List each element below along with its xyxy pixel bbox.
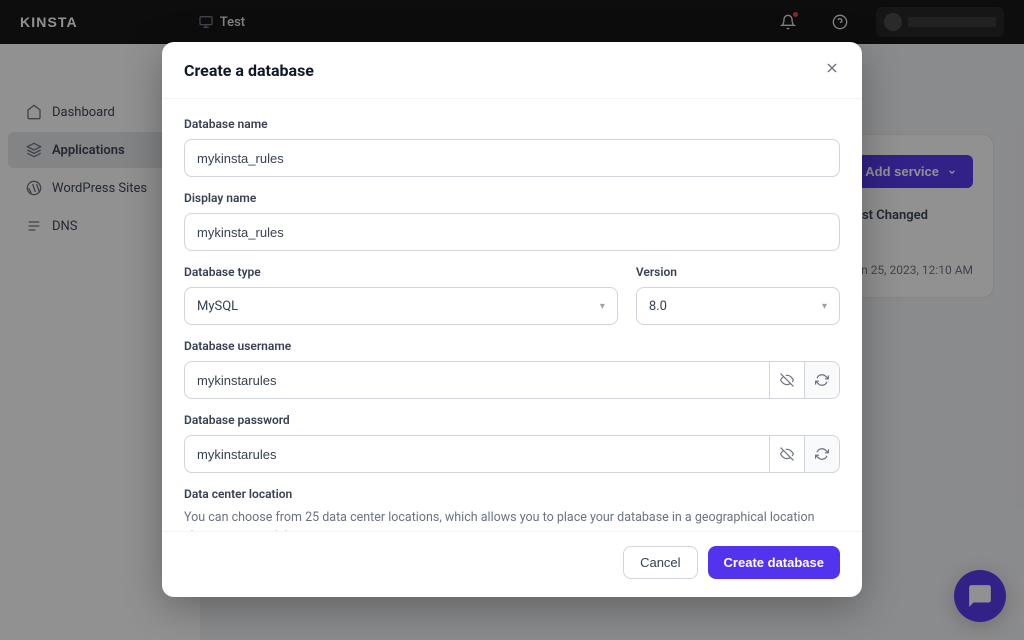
refresh-icon xyxy=(815,447,829,461)
create-database-modal: Create a database Database name Display … xyxy=(162,42,862,597)
label-data-center-location: Data center location xyxy=(184,487,840,501)
toggle-visibility-button[interactable] xyxy=(769,435,805,473)
close-button[interactable] xyxy=(824,60,840,80)
label-version: Version xyxy=(636,265,840,279)
eye-off-icon xyxy=(780,373,794,387)
label-database-type: Database type xyxy=(184,265,618,279)
label-database-name: Database name xyxy=(184,117,840,131)
chevron-down-icon: ▾ xyxy=(822,301,827,312)
eye-off-icon xyxy=(780,447,794,461)
regenerate-button[interactable] xyxy=(804,435,840,473)
chevron-down-icon: ▾ xyxy=(600,301,605,312)
display-name-input[interactable] xyxy=(184,213,840,251)
label-display-name: Display name xyxy=(184,191,840,205)
location-helper-text: You can choose from 25 data center locat… xyxy=(184,509,840,531)
close-icon xyxy=(824,60,840,76)
database-name-input[interactable] xyxy=(184,139,840,177)
modal-overlay: Create a database Database name Display … xyxy=(0,0,1024,640)
label-database-password: Database password xyxy=(184,413,840,427)
toggle-visibility-button[interactable] xyxy=(769,361,805,399)
refresh-icon xyxy=(815,373,829,387)
label-database-username: Database username xyxy=(184,339,840,353)
database-type-select[interactable]: MySQL ▾ xyxy=(184,287,618,325)
cancel-button[interactable]: Cancel xyxy=(623,546,697,579)
modal-title: Create a database xyxy=(184,61,314,80)
create-database-button[interactable]: Create database xyxy=(708,546,840,579)
password-input[interactable] xyxy=(184,435,769,473)
username-input[interactable] xyxy=(184,361,769,399)
version-select[interactable]: 8.0 ▾ xyxy=(636,287,840,325)
regenerate-button[interactable] xyxy=(804,361,840,399)
